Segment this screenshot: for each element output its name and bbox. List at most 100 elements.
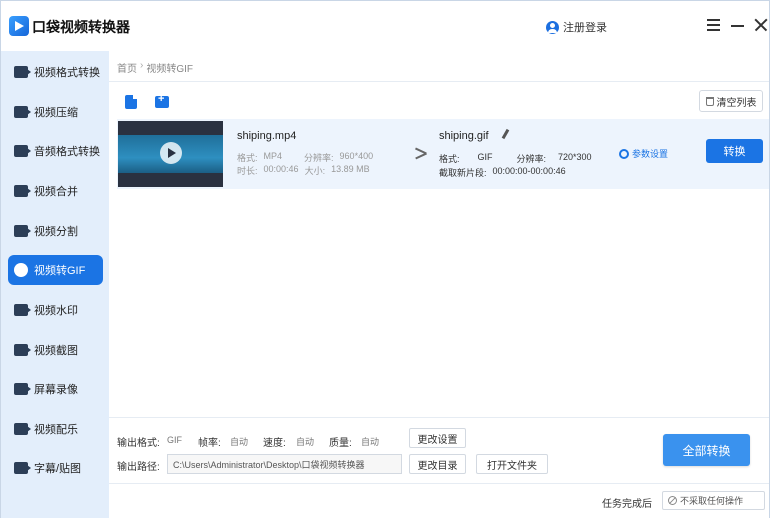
divider: [109, 81, 769, 82]
after-task-value: 不采取任何操作: [680, 496, 744, 506]
sidebar-item-video-split[interactable]: 视频分割: [8, 216, 103, 246]
screenshot-icon: [14, 344, 31, 356]
sidebar-item-video-merge[interactable]: 视频合并: [8, 176, 103, 206]
target-meta-line2: 截取新片段: 00:00:00-00:00:46: [439, 166, 566, 179]
title-bar: 口袋视频转换器 注册登录: [1, 1, 769, 51]
main-panel: 首页 › 视频转GIF 清空列表 shiping.mp4 格式: MP4 分辨率…: [109, 51, 769, 518]
video-compress-icon: [14, 106, 31, 118]
sidebar-item-screen-record[interactable]: 屏幕录像: [8, 374, 103, 404]
divider: [109, 483, 769, 484]
sidebar-item-video-watermark[interactable]: 视频水印: [8, 295, 103, 325]
sidebar-item-label: 视频水印: [34, 305, 78, 317]
app-title: 口袋视频转换器: [32, 19, 130, 35]
target-file-name: shiping.gif: [439, 130, 489, 142]
quality-value: 自动: [361, 437, 380, 447]
duration-value: 00:00:46: [263, 164, 299, 174]
format-value: MP4: [263, 151, 283, 161]
size-value: 13.89 MB: [331, 164, 370, 174]
resolution-value: 960*400: [339, 151, 374, 161]
sidebar-item-subtitle[interactable]: 字幕/贴图: [8, 453, 103, 483]
after-task-select[interactable]: 不采取任何操作: [662, 491, 765, 510]
video-merge-icon: [14, 185, 31, 197]
sidebar-item-video-compress[interactable]: 视频压缩: [8, 97, 103, 127]
audio-convert-icon: [14, 145, 31, 157]
source-meta-line2: 时长: 00:00:46 大小: 13.89 MB: [237, 164, 370, 177]
change-settings-button[interactable]: 更改设置: [409, 428, 466, 448]
video-thumbnail[interactable]: [118, 121, 223, 187]
sidebar-item-video-screenshot[interactable]: 视频截图: [8, 335, 103, 365]
add-file-icon[interactable]: [125, 95, 137, 109]
sidebar-item-label: 视频转GIF: [34, 265, 86, 277]
video-convert-icon: [14, 66, 31, 78]
sidebar-item-video-to-gif[interactable]: 视频转GIF: [8, 255, 103, 285]
target-resolution-label: 分辨率:: [516, 154, 547, 164]
quality-label: 质量:: [329, 438, 352, 449]
watermark-icon: [14, 304, 31, 316]
sidebar-item-label: 音频格式转换: [34, 146, 100, 158]
breadcrumb-separator: ›: [140, 60, 144, 71]
sidebar-item-video-convert[interactable]: 视频格式转换: [8, 57, 103, 87]
sidebar-item-video-music[interactable]: 视频配乐: [8, 414, 103, 444]
clip-value: 00:00:00-00:00:46: [492, 166, 566, 176]
sidebar: 视频格式转换 视频压缩 音频格式转换 视频合并 视频分割 视频转GIF 视频水印: [1, 51, 109, 518]
sidebar-item-label: 视频合并: [34, 186, 78, 198]
clear-list-button[interactable]: 清空列表: [699, 90, 763, 112]
sidebar-item-label: 视频截图: [34, 345, 78, 357]
output-path-input[interactable]: [167, 454, 402, 474]
subtitle-icon: [14, 462, 31, 474]
edit-icon[interactable]: [501, 128, 510, 140]
output-format-value: GIF: [167, 435, 182, 445]
login-button[interactable]: 注册登录: [546, 19, 607, 35]
breadcrumb-home[interactable]: 首页: [117, 60, 137, 75]
output-format-label: 输出格式:: [117, 438, 160, 449]
divider: [109, 417, 769, 418]
screen-record-icon: [14, 383, 31, 395]
user-icon: [546, 20, 559, 34]
music-icon: [14, 423, 31, 435]
target-format-label: 格式:: [439, 154, 460, 164]
sidebar-item-label: 字幕/贴图: [34, 463, 82, 475]
open-folder-button[interactable]: 打开文件夹: [476, 454, 548, 474]
close-icon[interactable]: [752, 16, 770, 34]
duration-label: 时长:: [237, 166, 258, 176]
clip-label: 截取新片段:: [439, 168, 487, 178]
resolution-label: 分辨率:: [304, 153, 334, 163]
source-meta-line1: 格式: MP4 分辨率: 960*400: [237, 151, 373, 164]
source-file-name: shiping.mp4: [237, 130, 297, 142]
speed-label: 速度:: [263, 438, 286, 449]
trash-icon: [705, 96, 714, 106]
shuffle-icon: [415, 147, 427, 159]
fps-value: 自动: [230, 437, 249, 447]
gif-icon: [14, 263, 28, 277]
add-folder-icon[interactable]: [155, 93, 169, 108]
after-task-label: 任务完成后: [602, 499, 652, 510]
sidebar-item-label: 视频压缩: [34, 107, 78, 119]
change-directory-button[interactable]: 更改目录: [409, 454, 466, 474]
file-row: shiping.mp4 格式: MP4 分辨率: 960*400 时长: 00:…: [117, 119, 769, 189]
target-format-value: GIF: [477, 152, 493, 162]
target-meta-line1: 格式: GIF 分辨率: 720*300: [439, 152, 592, 165]
login-label: 注册登录: [563, 22, 607, 34]
speed-value: 自动: [296, 437, 315, 447]
menu-icon[interactable]: [705, 16, 723, 34]
minimize-icon[interactable]: [729, 16, 747, 34]
sidebar-item-label: 视频格式转换: [34, 67, 100, 79]
sidebar-item-audio-convert[interactable]: 音频格式转换: [8, 136, 103, 166]
target-resolution-value: 720*300: [558, 152, 592, 162]
param-settings-link[interactable]: 参数设置: [619, 147, 668, 160]
breadcrumb: 首页 › 视频转GIF: [117, 60, 193, 75]
convert-all-button[interactable]: 全部转换: [663, 434, 750, 466]
play-icon[interactable]: [160, 142, 182, 164]
app-window: 口袋视频转换器 注册登录 视频格式转换 视频压缩 音频格式转换 视频合并 视频分…: [0, 0, 770, 518]
gear-icon: [619, 148, 629, 159]
size-label: 大小:: [304, 166, 326, 176]
convert-button[interactable]: 转换: [706, 139, 763, 163]
fps-label: 帧率:: [198, 438, 221, 449]
sidebar-item-label: 视频分割: [34, 226, 78, 238]
output-path-label: 输出路径:: [117, 462, 160, 473]
param-settings-label: 参数设置: [632, 149, 669, 159]
app-logo-icon: [9, 16, 29, 36]
video-split-icon: [14, 225, 31, 237]
sidebar-item-label: 视频配乐: [34, 424, 78, 436]
sidebar-item-label: 屏幕录像: [34, 384, 78, 396]
